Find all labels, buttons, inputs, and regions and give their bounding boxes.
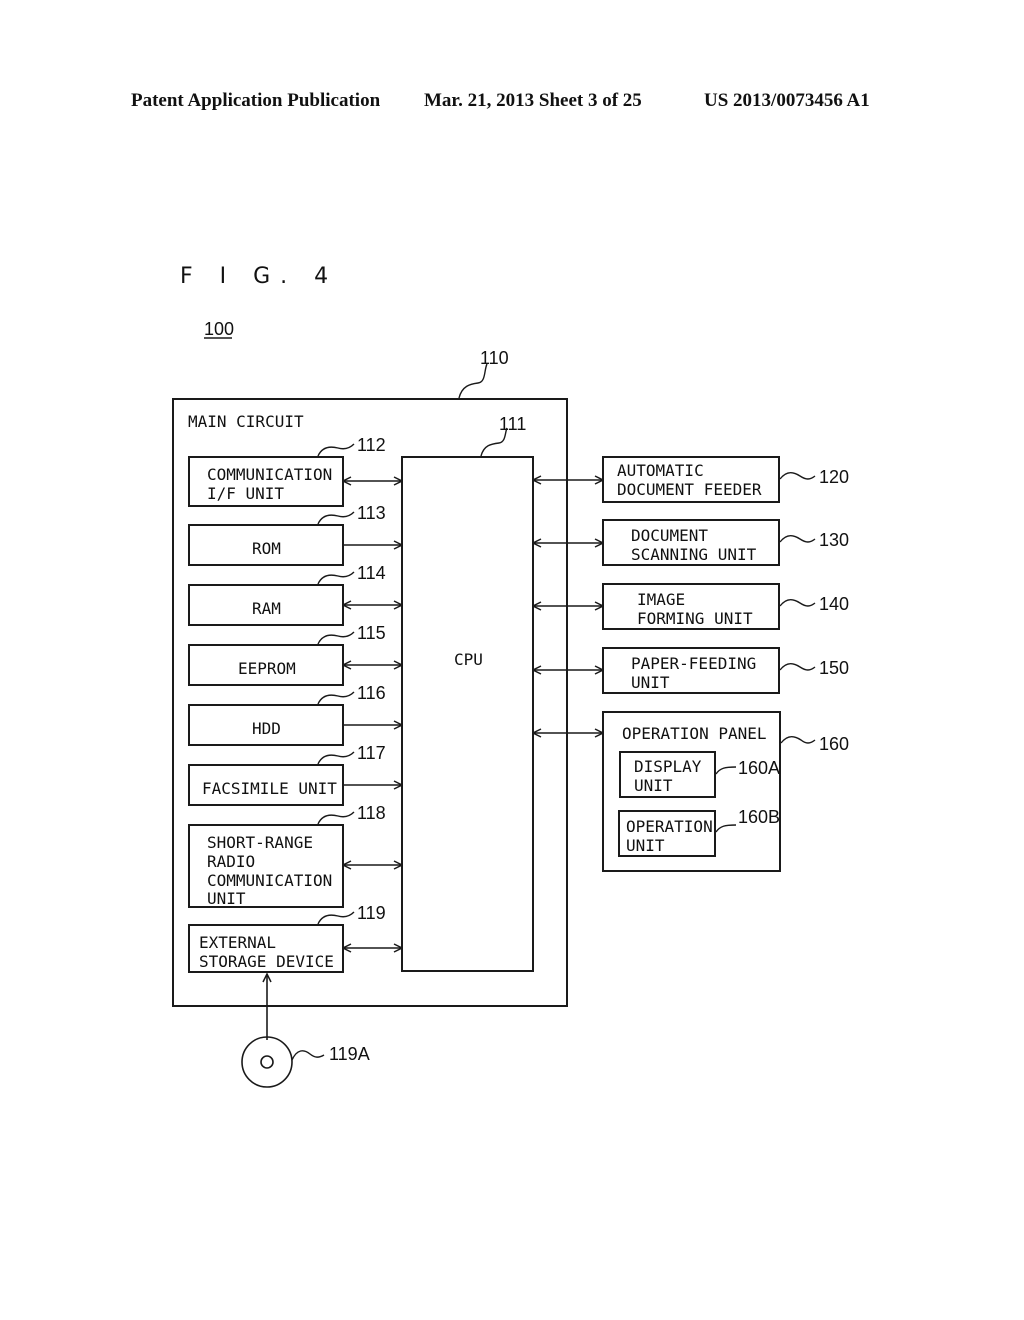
peripheral-ref: 150 <box>819 658 849 678</box>
block-diagram: F I G. 4 100 MAIN CIRCUIT 110 CPU 111 CO… <box>172 264 849 1088</box>
unit-ref: 118 <box>357 803 386 823</box>
peripheral-label-line: PAPER-FEEDING <box>631 654 756 673</box>
unit-ref: 112 <box>357 435 386 455</box>
unit-ref: 115 <box>357 623 386 643</box>
display-unit-line-1: DISPLAY <box>634 757 702 776</box>
unit-ref: 113 <box>357 503 386 523</box>
unit-label-line: ROM <box>252 539 281 558</box>
peripheral-leader <box>779 662 816 671</box>
peripheral-ref: 140 <box>819 594 849 614</box>
peripheral-label-line: AUTOMATIC <box>617 461 704 480</box>
peripheral-ref: 120 <box>819 467 849 487</box>
cpu-box <box>401 456 534 972</box>
peripheral-leader <box>779 534 816 543</box>
unit-ref: 119 <box>357 903 386 923</box>
display-unit-ref: 160A <box>738 758 780 778</box>
peripheral-leader <box>779 471 816 480</box>
unit-label-line: RADIO <box>207 852 255 871</box>
unit-label-line: COMMUNICATION <box>207 465 332 484</box>
disc-hole <box>260 1055 274 1069</box>
disc-icon <box>241 1036 293 1088</box>
peripheral-label-line: FORMING UNIT <box>637 609 753 628</box>
peripheral-label-line: SCANNING UNIT <box>631 545 757 564</box>
unit-ref: 117 <box>357 743 386 763</box>
unit-label-line: RAM <box>252 599 281 618</box>
peripheral-leader <box>779 598 816 607</box>
unit-label-line: EXTERNAL <box>199 933 276 952</box>
operation-unit-line-1: OPERATION <box>626 817 713 836</box>
unit-label-line: I/F UNIT <box>207 484 284 503</box>
main-circuit-leader <box>458 363 488 399</box>
peripheral-120: AUTOMATICDOCUMENT FEEDER 120 <box>533 456 849 503</box>
unit-label-line: STORAGE DEVICE <box>199 952 334 971</box>
peripheral-label-line: DOCUMENT FEEDER <box>617 480 762 499</box>
main-circuit-label: MAIN CIRCUIT <box>188 412 304 431</box>
unit-ref: 114 <box>357 563 386 583</box>
peripheral-150: PAPER-FEEDINGUNIT 150 <box>533 647 849 694</box>
operation-panel-leader <box>780 735 816 744</box>
unit-label-line: FACSIMILE UNIT <box>202 779 337 798</box>
peripheral-label-line: DOCUMENT <box>631 526 708 545</box>
unit-label-line: SHORT-RANGE <box>207 833 313 852</box>
peripheral-140: IMAGEFORMING UNIT 140 <box>533 583 849 630</box>
display-unit-line-2: UNIT <box>634 776 673 795</box>
main-circuit-ref: 110 <box>480 348 509 368</box>
device-ref: 100 <box>204 319 234 339</box>
disc-leader <box>291 1050 325 1061</box>
peripheral-ref: 130 <box>819 530 849 550</box>
operation-unit-ref: 160B <box>738 807 780 827</box>
unit-ref: 116 <box>357 683 386 703</box>
unit-label-line: COMMUNICATION <box>207 871 332 890</box>
unit-label-line: HDD <box>252 719 281 738</box>
cpu-label: CPU <box>454 650 483 669</box>
disc-ref: 119A <box>329 1044 370 1064</box>
operation-panel-label: OPERATION PANEL <box>622 724 767 743</box>
peripheral-130: DOCUMENTSCANNING UNIT 130 <box>533 519 849 566</box>
operation-panel-ref: 160 <box>819 734 849 754</box>
cpu-ref: 111 <box>499 414 526 434</box>
peripheral-label-line: UNIT <box>631 673 670 692</box>
operation-unit-line-2: UNIT <box>626 836 665 855</box>
figure-title: F I G. 4 <box>180 264 338 289</box>
unit-label-line: UNIT <box>207 889 246 908</box>
peripheral-label-line: IMAGE <box>637 590 685 609</box>
unit-label-line: EEPROM <box>238 659 296 678</box>
